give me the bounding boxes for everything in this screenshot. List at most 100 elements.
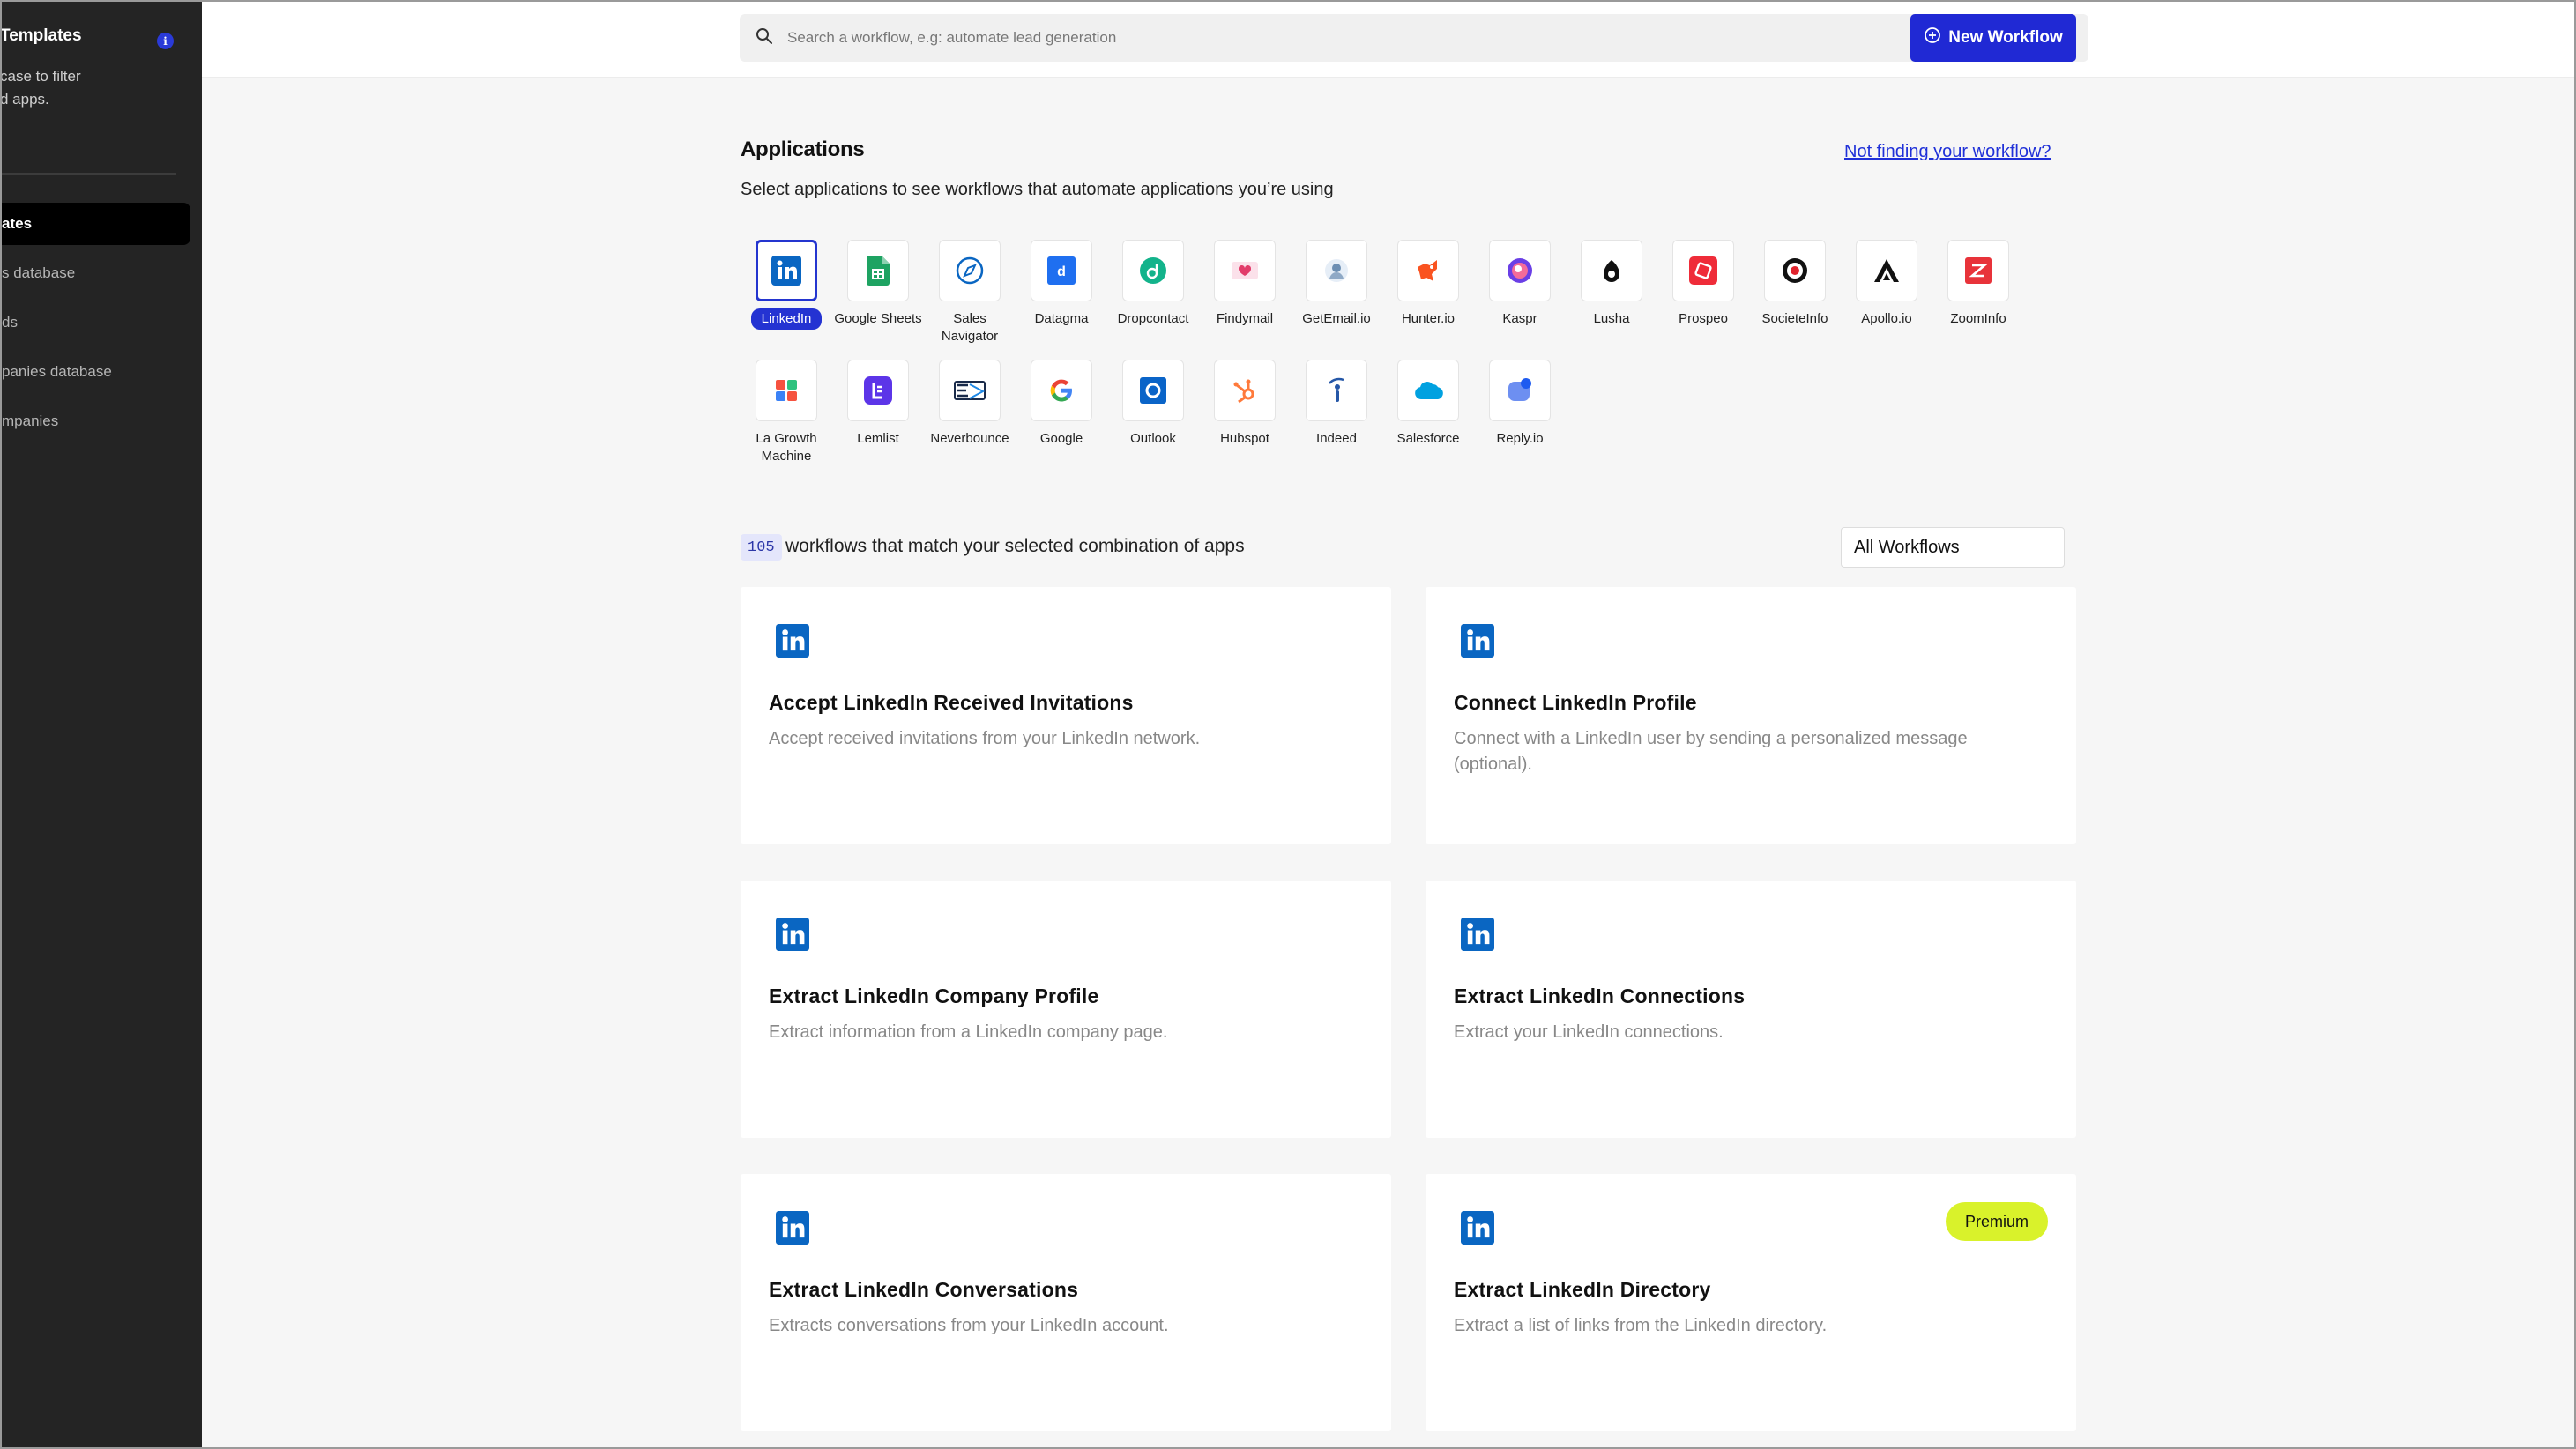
- la-growth-machine-icon: [756, 360, 817, 421]
- workflow-card[interactable]: Accept LinkedIn Received Invitations Acc…: [741, 587, 1391, 844]
- card-description: Extract a list of links from the LinkedI…: [1454, 1316, 1828, 1335]
- workflow-card[interactable]: Extract LinkedIn Company Profile Extract…: [741, 881, 1391, 1138]
- app-findymail[interactable]: Findymail: [1199, 240, 1291, 372]
- app-lusha[interactable]: Lusha: [1566, 240, 1657, 372]
- app-apollo[interactable]: Apollo.io: [1841, 240, 1932, 372]
- sidebar-title: Templates: [0, 26, 82, 45]
- app-la-growth-machine[interactable]: La Growth Machine: [741, 360, 832, 492]
- neverbounce-icon: [939, 360, 1001, 421]
- salesforce-icon: [1397, 360, 1459, 421]
- workflow-card[interactable]: Extract LinkedIn Connections Extract you…: [1426, 881, 2076, 1138]
- apollo-icon: [1856, 240, 1917, 301]
- card-description: Extract your LinkedIn connections.: [1454, 1022, 1724, 1042]
- kaspr-icon: [1489, 240, 1551, 301]
- app-societeinfo[interactable]: SocieteInfo: [1749, 240, 1841, 372]
- sidebar-item-companies[interactable]: mpanies: [2, 400, 190, 442]
- sidebar-item-leads-database[interactable]: s database: [2, 252, 190, 294]
- societeinfo-icon: [1764, 240, 1826, 301]
- workflow-count-text: workflows that match your selected combi…: [785, 536, 1245, 556]
- app-linkedin[interactable]: LinkedIn: [741, 240, 832, 372]
- premium-badge: Premium: [1945, 1202, 2048, 1241]
- app-name: Hubspot: [1220, 431, 1269, 446]
- lemlist-icon: [847, 360, 909, 421]
- app-name: Kaspr: [1502, 311, 1537, 326]
- app-dropcontact[interactable]: Dropcontact: [1107, 240, 1199, 372]
- workflow-filter-select[interactable]: All Workflows: [1841, 527, 2065, 568]
- new-workflow-label: New Workflow: [1948, 28, 2063, 47]
- sidebar-description: case to filter d apps.: [0, 68, 81, 108]
- card-title: Accept LinkedIn Received Invitations: [769, 691, 1134, 714]
- search-icon: [756, 27, 773, 49]
- app-reply[interactable]: Reply.io: [1474, 360, 1566, 492]
- app-google[interactable]: Google: [1016, 360, 1107, 492]
- info-icon[interactable]: i: [157, 33, 174, 49]
- linkedin-icon: [776, 624, 809, 658]
- app-name: Sales Navigator: [941, 311, 999, 344]
- sidebar-item-companies-database[interactable]: panies database: [2, 351, 190, 393]
- card-description: Connect with a LinkedIn user by sending …: [1454, 729, 1968, 774]
- app-salesforce[interactable]: Salesforce: [1382, 360, 1474, 492]
- hubspot-icon: [1214, 360, 1276, 421]
- card-title: Extract LinkedIn Connections: [1454, 985, 1746, 1007]
- top-bar: New Workflow: [202, 0, 2574, 78]
- linkedin-icon: [776, 1211, 809, 1245]
- app-name: Reply.io: [1496, 431, 1544, 446]
- linkedin-icon: [1461, 918, 1494, 951]
- findymail-icon: [1214, 240, 1276, 301]
- linkedin-icon: [1461, 1211, 1494, 1245]
- app-name: ZoomInfo: [1950, 311, 2006, 326]
- svg-text:d: d: [1057, 264, 1066, 279]
- app-name: Findymail: [1216, 311, 1274, 326]
- app-name: Hunter.io: [1401, 311, 1456, 326]
- workflow-card[interactable]: Extract LinkedIn Conversations Extracts …: [741, 1174, 1391, 1431]
- app-kaspr[interactable]: Kaspr: [1474, 240, 1566, 372]
- getemail-icon: [1306, 240, 1367, 301]
- applications-title: Applications: [741, 137, 865, 161]
- app-getemail[interactable]: GetEmail.io: [1291, 240, 1382, 372]
- app-lemlist[interactable]: Lemlist: [832, 360, 924, 492]
- app-google-sheets[interactable]: Google Sheets: [832, 240, 924, 372]
- app-hunter[interactable]: Hunter.io: [1382, 240, 1474, 372]
- app-name: Dropcontact: [1117, 311, 1189, 326]
- zoominfo-icon: [1947, 240, 2009, 301]
- card-description: Extract information from a LinkedIn comp…: [769, 1022, 1168, 1042]
- workflow-card[interactable]: Premium Extract LinkedIn Directory Extra…: [1426, 1174, 2076, 1431]
- app-sales-navigator[interactable]: Sales Navigator: [924, 240, 1016, 372]
- app-name: Lusha: [1593, 311, 1630, 326]
- app-prospeo[interactable]: Prospeo: [1657, 240, 1749, 372]
- card-title: Extract LinkedIn Conversations: [769, 1278, 1079, 1301]
- card-title: Connect LinkedIn Profile: [1454, 691, 1697, 714]
- app-datagma[interactable]: d Datagma: [1016, 240, 1107, 372]
- card-description: Accept received invitations from your Li…: [769, 729, 1201, 748]
- not-finding-workflow-link[interactable]: Not finding your workflow?: [1844, 142, 2051, 162]
- workflow-count-badge: 105: [741, 534, 782, 561]
- app-name: LinkedIn: [750, 308, 823, 330]
- app-name: Outlook: [1130, 431, 1176, 446]
- sidebar-item-leads[interactable]: ds: [2, 301, 190, 344]
- new-workflow-button[interactable]: New Workflow: [1910, 14, 2076, 62]
- app-name: SocieteInfo: [1761, 311, 1828, 326]
- linkedin-icon: [776, 918, 809, 951]
- app-name: Neverbounce: [930, 431, 1009, 446]
- app-name: Google: [1039, 431, 1083, 446]
- search-input[interactable]: [785, 28, 2020, 48]
- linkedin-icon: [1461, 624, 1494, 658]
- app-hubspot[interactable]: Hubspot: [1199, 360, 1291, 492]
- sidebar: Templates i case to filter d apps. ates …: [0, 0, 202, 1449]
- workflow-card[interactable]: Connect LinkedIn Profile Connect with a …: [1426, 587, 2076, 844]
- app-name: Lemlist: [857, 431, 899, 446]
- reply-icon: [1489, 360, 1551, 421]
- dropcontact-icon: [1122, 240, 1184, 301]
- sidebar-item-templates[interactable]: ates: [2, 203, 190, 245]
- app-outlook[interactable]: Outlook: [1107, 360, 1199, 492]
- app-zoominfo[interactable]: ZoomInfo: [1932, 240, 2024, 372]
- card-description: Extracts conversations from your LinkedI…: [769, 1316, 1169, 1335]
- lusha-icon: [1581, 240, 1642, 301]
- google-icon: [1031, 360, 1092, 421]
- app-name: Google Sheets: [834, 311, 922, 326]
- app-name: La Growth Machine: [756, 431, 817, 464]
- app-neverbounce[interactable]: Neverbounce: [924, 360, 1016, 492]
- google-sheets-icon: [847, 240, 909, 301]
- app-indeed[interactable]: Indeed: [1291, 360, 1382, 492]
- search-bar[interactable]: [740, 14, 2088, 62]
